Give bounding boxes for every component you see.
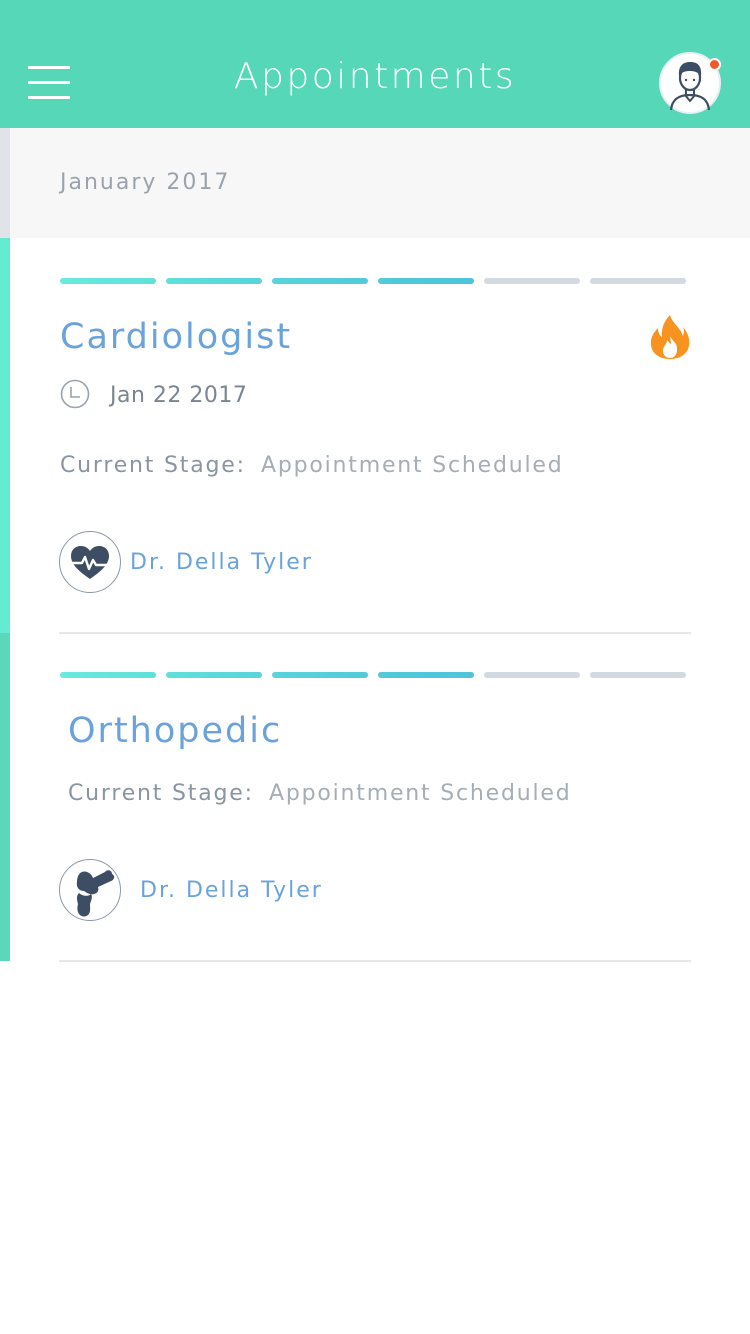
card-accent-bar (0, 238, 10, 633)
progress-segment-complete (378, 278, 474, 284)
card-divider (59, 960, 691, 962)
progress-segment-complete (272, 672, 368, 678)
progress-segment-complete (378, 672, 474, 678)
month-left-bar (0, 128, 10, 238)
doctor-name[interactable]: Dr. Della Tyler (140, 878, 323, 903)
progress-segment-complete (60, 672, 156, 678)
progress-segment-complete (166, 278, 262, 284)
appointment-title[interactable]: Orthopedic (68, 711, 282, 751)
clock-icon (60, 379, 90, 409)
progress-segment-complete (272, 278, 368, 284)
appointment-title[interactable]: Cardiologist (60, 317, 292, 357)
stage-value: Appointment Scheduled (261, 453, 564, 478)
heart-pulse-icon (59, 531, 121, 593)
fire-icon (650, 314, 690, 360)
page-title: Appointments (233, 56, 517, 97)
progress-bar (60, 672, 686, 678)
progress-segment-complete (166, 672, 262, 678)
progress-segment-complete (60, 278, 156, 284)
progress-segment-pending (484, 278, 580, 284)
card-accent-bar (0, 633, 10, 961)
appointments-screen: Appointments January 2017 Cardiologist J… (0, 0, 750, 1334)
month-label: January 2017 (60, 170, 231, 195)
progress-segment-pending (590, 278, 686, 284)
notification-dot (708, 58, 721, 71)
bone-joint-icon (59, 859, 121, 921)
progress-segment-pending (484, 672, 580, 678)
progress-bar (60, 278, 686, 284)
app-header: Appointments (0, 0, 750, 128)
stage-value: Appointment Scheduled (269, 781, 572, 806)
progress-segment-pending (590, 672, 686, 678)
stage-label: Current Stage: (68, 781, 254, 806)
stage-label: Current Stage: (60, 453, 246, 478)
doctor-name[interactable]: Dr. Della Tyler (130, 550, 313, 575)
appointment-date: Jan 22 2017 (110, 383, 248, 408)
